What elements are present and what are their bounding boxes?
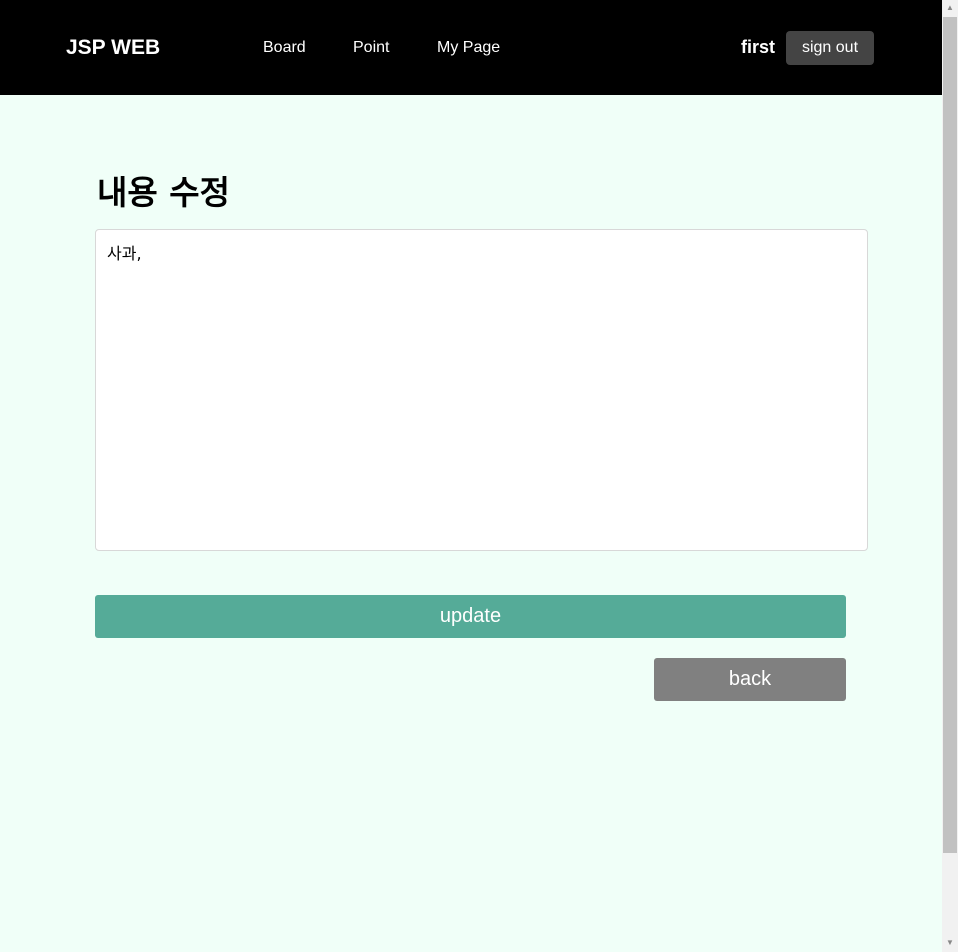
scroll-down-icon[interactable]: ▼ bbox=[942, 938, 958, 947]
brand-logo[interactable]: JSP WEB bbox=[66, 36, 160, 60]
update-button[interactable]: update bbox=[95, 595, 846, 638]
scroll-up-icon[interactable]: ▲ bbox=[942, 3, 958, 12]
sign-out-button[interactable]: sign out bbox=[786, 31, 874, 65]
nav-link-board[interactable]: Board bbox=[263, 39, 306, 57]
content-textarea[interactable] bbox=[95, 229, 868, 551]
username: first bbox=[741, 37, 775, 58]
scrollbar-thumb[interactable] bbox=[943, 17, 957, 853]
scrollbar[interactable]: ▲ ▼ bbox=[942, 0, 958, 952]
page-title: 내용 수정 bbox=[97, 166, 230, 214]
nav-link-point[interactable]: Point bbox=[353, 39, 389, 57]
nav-link-my-page[interactable]: My Page bbox=[437, 39, 500, 57]
back-button[interactable]: back bbox=[654, 658, 846, 701]
navbar: JSP WEB Board Point My Page first sign o… bbox=[0, 0, 942, 95]
